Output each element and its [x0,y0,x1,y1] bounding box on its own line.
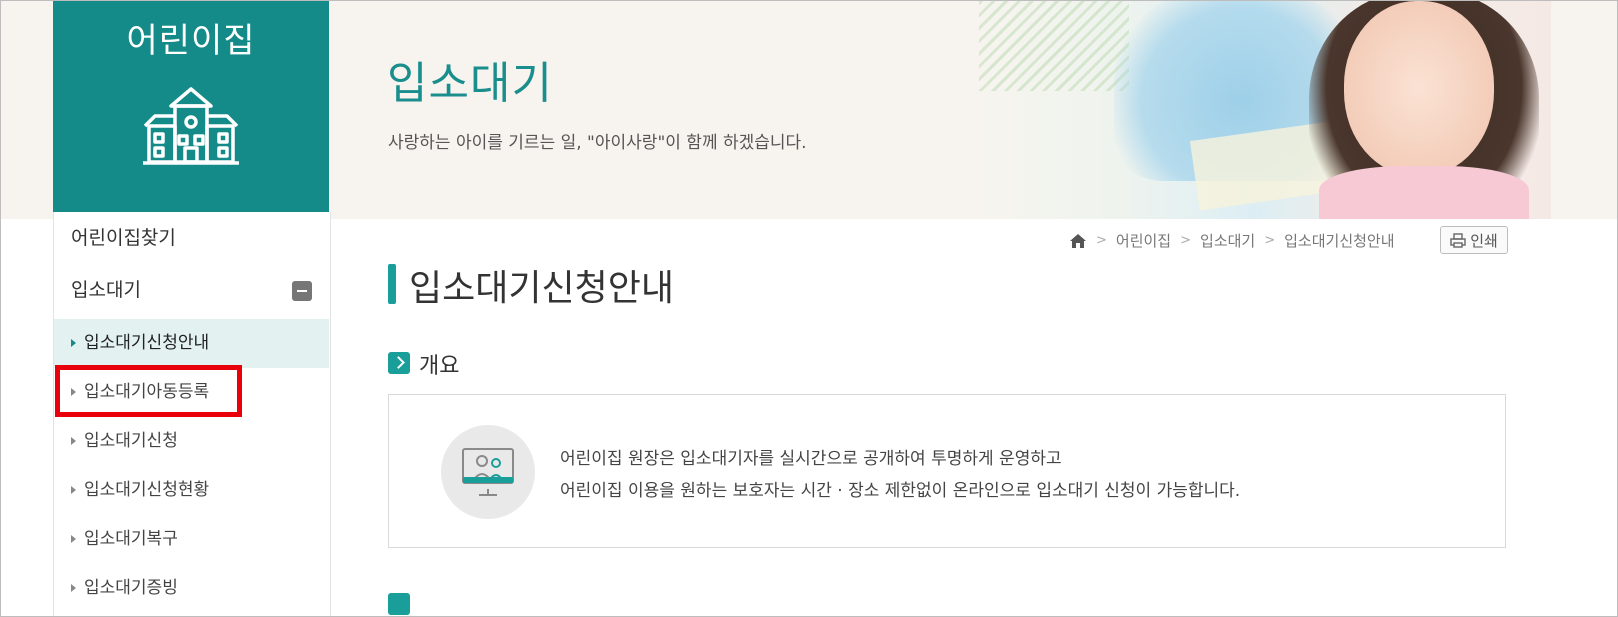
breadcrumb: > 어린이집 > 입소대기 > 입소대기신청안내 [1069,230,1395,251]
minus-icon[interactable] [292,281,312,301]
hero-photo [979,1,1551,219]
sidebar-item-waiting[interactable]: 입소대기 [54,264,329,316]
sidebar-subitem-application[interactable]: 입소대기신청 [54,417,329,466]
breadcrumb-separator: > [1180,233,1192,248]
page-title: 입소대기 [387,58,553,109]
section-title: 개요 [419,354,460,379]
monitor-people-graphic [462,448,514,496]
hero-girl-face [1344,1,1494,176]
title-accent-bar [388,264,396,304]
sidebar-subitem-application-status[interactable]: 입소대기신청현황 [54,466,329,515]
printer-icon [1450,232,1466,248]
sidebar-title: 어린이집 [126,21,256,61]
breadcrumb-separator: > [1264,233,1276,248]
breadcrumb-item-current: 입소대기신청안내 [1284,232,1395,250]
sidebar-subitem-restore[interactable]: 입소대기복구 [54,515,329,564]
sidebar-subitem-label: 입소대기증빙 [84,578,178,598]
sidebar-subitem-label: 입소대기복구 [84,529,178,549]
sidebar-subitem-label: 입소대기신청현황 [84,480,210,500]
sidebar-subitem-proof[interactable]: 입소대기증빙 [54,564,329,613]
caret-right-icon [71,388,76,396]
school-building-icon [143,87,239,165]
overview-line: 어린이집 이용을 원하는 보호자는 시간 · 장소 제한없이 온라인으로 입소대… [560,481,1241,501]
overview-box: 어린이집 원장은 입소대기자를 실시간으로 공개하여 투명하게 운영하고 어린이… [388,394,1506,548]
caret-right-icon [71,437,76,445]
hero-girl-shirt [1319,166,1529,219]
sidebar-subitem-label: 입소대기신청 [84,431,178,451]
sidebar-item-daycare-search[interactable]: 어린이집찾기 [54,212,329,264]
browser-frame: 어린이집 입소대기 사랑하는 아이를 기르는 일, "아이사랑"이 함께 하겠습… [0,0,1618,617]
overview-text: 어린이집 원장은 입소대기자를 실시간으로 공개하여 투명하게 운영하고 어린이… [560,443,1240,507]
sidebar-nav: 어린이집찾기 입소대기 입소대기신청안내 입소대기아동등록 입소대기신청 입소대… [53,212,331,616]
print-button[interactable]: 인쇄 [1440,226,1508,254]
sidebar-header: 어린이집 [53,1,329,212]
sidebar-subitem-label: 입소대기아동등록 [84,382,210,402]
caret-right-icon [71,584,76,592]
caret-right-icon [71,535,76,543]
sidebar-item-label: 어린이집찾기 [71,227,176,249]
chevron-right-icon [388,352,410,374]
breadcrumb-item[interactable]: 어린이집 [1116,230,1171,251]
next-section-icon [388,593,410,615]
breadcrumb-item[interactable]: 입소대기 [1200,230,1255,251]
overview-line: 어린이집 원장은 입소대기자를 실시간으로 공개하여 투명하게 운영하고 [560,449,1062,469]
page-subtitle: 사랑하는 아이를 기르는 일, "아이사랑"이 함께 하겠습니다. [388,133,807,153]
sidebar-item-label: 입소대기 [71,279,141,301]
sidebar-subitem-application-guide[interactable]: 입소대기신청안내 [54,319,329,368]
breadcrumb-separator: > [1096,233,1107,248]
monitor-people-icon [441,425,535,519]
caret-right-icon [71,486,76,494]
caret-right-icon [71,339,76,347]
sidebar-subitem-label: 입소대기신청안내 [84,333,210,353]
hero-stripes [979,1,1129,91]
home-icon[interactable] [1069,233,1087,249]
sidebar-subitem-child-registration[interactable]: 입소대기아동등록 [54,368,329,417]
print-button-label: 인쇄 [1470,231,1498,250]
content-title: 입소대기신청안내 [409,268,674,309]
